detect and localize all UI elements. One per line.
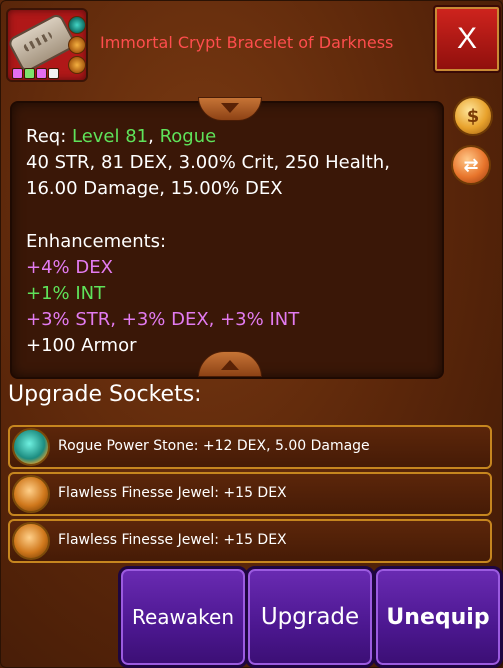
- enhancement-dot-pink: [36, 68, 47, 79]
- enhancement-dot-pink: [12, 68, 23, 79]
- finesse-jewel-icon: [12, 475, 50, 513]
- item-icon: [6, 8, 88, 82]
- stats-line-1: 40 STR, 81 DEX, 3.00% Crit, 250 Health,: [26, 152, 390, 173]
- enhancement-1: +4% DEX: [26, 257, 113, 278]
- stats-line-2: 16.00 Damage, 15.00% DEX: [26, 178, 283, 199]
- chevron-down-icon: [221, 103, 239, 113]
- gold-bag-icon[interactable]: $: [453, 96, 493, 136]
- socket-gem-orange-icon: [68, 36, 86, 54]
- item-title: Immortal Crypt Bracelet of Darkness: [100, 33, 394, 52]
- socket-text: Flawless Finesse Jewel: +15 DEX: [58, 485, 287, 501]
- enhancement-2: +1% INT: [26, 283, 106, 304]
- enhancement-dot-green: [24, 68, 35, 79]
- upgrade-sockets-title: Upgrade Sockets:: [8, 382, 202, 407]
- close-button[interactable]: X: [433, 5, 501, 73]
- req-prefix: Req:: [26, 126, 72, 147]
- enhancements-title: Enhancements:: [26, 231, 167, 252]
- enhancement-dot-white: [48, 68, 59, 79]
- socket-text: Rogue Power Stone: +12 DEX, 5.00 Damage: [58, 438, 370, 454]
- upgrade-button[interactable]: Upgrade: [245, 566, 375, 668]
- reawaken-button[interactable]: Reawaken: [118, 566, 248, 668]
- socket-row[interactable]: Flawless Finesse Jewel: +15 DEX: [8, 472, 492, 516]
- socket-row[interactable]: Flawless Finesse Jewel: +15 DEX: [8, 519, 492, 563]
- chevron-up-icon: [221, 360, 239, 370]
- bracelet-icon: [6, 12, 78, 74]
- requirements-line: Req: Level 81, Rogue: [26, 126, 216, 147]
- close-icon: X: [456, 22, 477, 55]
- finesse-jewel-icon: [12, 522, 50, 560]
- socket-text: Flawless Finesse Jewel: +15 DEX: [58, 532, 287, 548]
- socket-gem-teal-icon: [68, 16, 86, 34]
- req-class: Rogue: [159, 126, 217, 147]
- socket-row[interactable]: Rogue Power Stone: +12 DEX, 5.00 Damage: [8, 425, 492, 469]
- swap-icon[interactable]: ⇄: [451, 145, 491, 185]
- enhancement-3: +3% STR, +3% DEX, +3% INT: [26, 309, 300, 330]
- req-level: Level 81: [71, 126, 149, 147]
- socket-gem-orange-icon: [68, 56, 86, 74]
- enhancement-4: +100 Armor: [26, 335, 137, 356]
- power-stone-icon: [12, 428, 50, 466]
- req-separator: ,: [148, 126, 160, 147]
- unequip-button[interactable]: Unequip: [373, 566, 503, 668]
